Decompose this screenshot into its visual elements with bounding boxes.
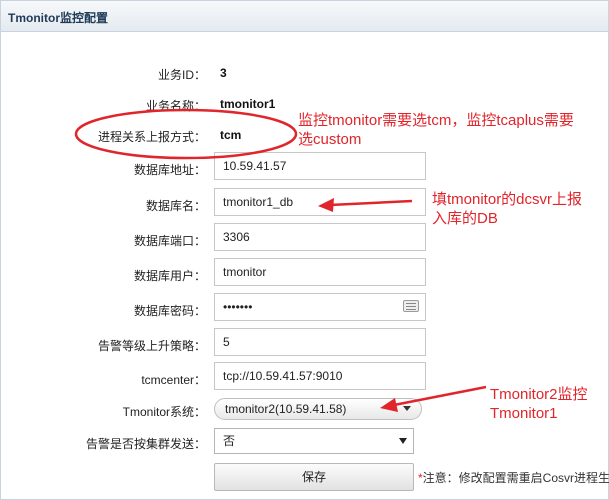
report-method-label: 进程关系上报方式： bbox=[97, 130, 206, 144]
note-text: 注意：修改配置需重启Cosvr进程生 bbox=[422, 471, 609, 485]
keyboard-icon[interactable] bbox=[403, 300, 419, 312]
tcm-annotation-line2: 选custom bbox=[298, 131, 362, 148]
business-name-value: tmonitor1 bbox=[220, 97, 276, 111]
db-user-input[interactable]: tmonitor bbox=[214, 258, 426, 286]
tcm-annotation: 监控tmonitor需要选tcm，监控tcaplus需要 选custom bbox=[298, 111, 574, 149]
system-annotation-line1: Tmonitor2监控 bbox=[490, 386, 588, 403]
tmonitor-system-select[interactable]: tmonitor2(10.59.41.58) bbox=[214, 398, 422, 420]
business-id-value: 3 bbox=[220, 66, 227, 80]
db-password-value: ••••••• bbox=[223, 300, 253, 314]
db-password-input[interactable]: ••••••• bbox=[214, 293, 426, 321]
tmonitor-system-label: Tmonitor系统： bbox=[122, 405, 206, 419]
tcm-annotation-line1: 监控tmonitor需要选tcm，监控tcaplus需要 bbox=[298, 112, 574, 129]
cluster-send-label: 告警是否按集群发送： bbox=[85, 437, 206, 451]
db-password-label: 数据库密码： bbox=[133, 304, 206, 318]
report-method-value: tcm bbox=[220, 128, 242, 142]
db-name-input[interactable]: tmonitor1_db bbox=[214, 188, 426, 216]
db-user-label: 数据库用户： bbox=[133, 269, 206, 283]
db-address-label: 数据库地址： bbox=[133, 163, 206, 177]
alarm-strategy-label: 告警等级上升策略： bbox=[97, 339, 206, 353]
cluster-send-select[interactable]: 否 bbox=[214, 428, 414, 454]
business-id-label: 业务ID： bbox=[157, 68, 206, 82]
tcmcenter-input[interactable]: tcp://10.59.41.57:9010 bbox=[214, 362, 426, 390]
panel-header: Tmonitor监控配置 bbox=[1, 1, 608, 32]
chevron-down-icon bbox=[403, 406, 411, 411]
business-name-label: 业务名称： bbox=[145, 99, 206, 113]
system-annotation: Tmonitor2监控 Tmonitor1 bbox=[490, 385, 588, 423]
db-port-label: 数据库端口： bbox=[133, 234, 206, 248]
tcmcenter-label: tcmcenter： bbox=[141, 373, 206, 387]
db-name-label: 数据库名： bbox=[145, 199, 206, 213]
restart-note: *注意：修改配置需重启Cosvr进程生 bbox=[418, 469, 609, 486]
alarm-strategy-input[interactable]: 5 bbox=[214, 328, 426, 356]
tmonitor-system-value: tmonitor2(10.59.41.58) bbox=[225, 402, 347, 416]
db-port-input[interactable]: 3306 bbox=[214, 223, 426, 251]
save-button[interactable]: 保存 bbox=[214, 463, 414, 491]
panel-title: Tmonitor监控配置 bbox=[8, 11, 108, 25]
cluster-send-value: 否 bbox=[223, 434, 236, 448]
db-annotation: 填tmonitor的dcsvr上报 入库的DB bbox=[432, 190, 582, 228]
db-address-input[interactable]: 10.59.41.57 bbox=[214, 152, 426, 180]
dropdown-arrow-icon bbox=[399, 438, 407, 444]
db-annotation-line2: 入库的DB bbox=[432, 210, 498, 227]
db-annotation-line1: 填tmonitor的dcsvr上报 bbox=[432, 191, 583, 208]
system-annotation-line2: Tmonitor1 bbox=[490, 405, 558, 422]
